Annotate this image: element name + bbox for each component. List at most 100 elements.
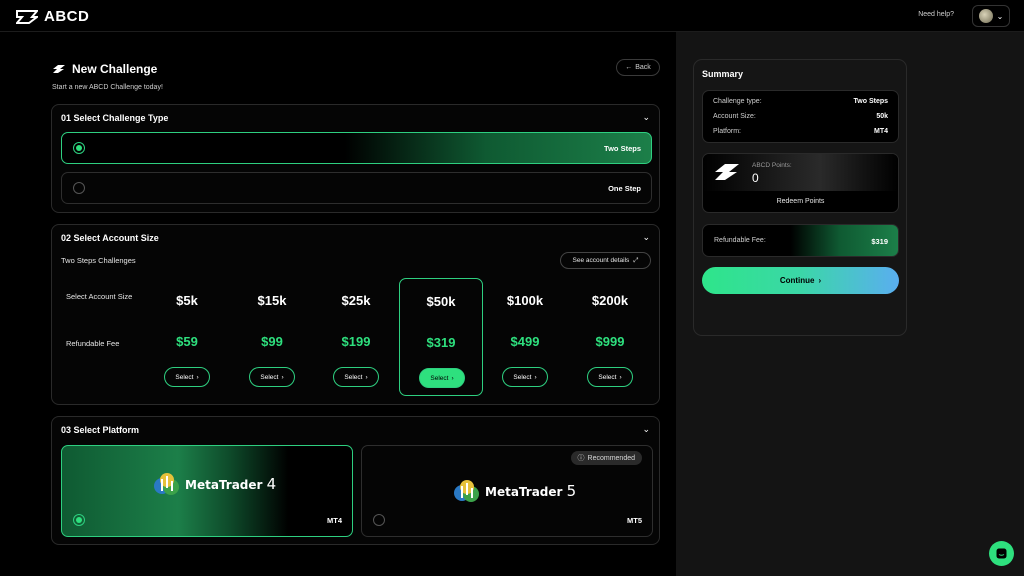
select-button[interactable]: Select › <box>333 367 379 387</box>
summary-title: Summary <box>702 69 744 79</box>
continue-label: Continue <box>779 276 815 285</box>
chevron-down-icon[interactable]: ⌄ <box>642 112 650 123</box>
expand-icon: ⤢ <box>633 256 639 264</box>
platform-name: MetaTrader <box>485 485 563 499</box>
summary-row: Platform: MT4 <box>713 128 888 135</box>
select-button[interactable]: Select › <box>587 367 633 387</box>
platform-option-mt5[interactable]: ⓘ Recommended MetaTrader 5 MT5 <box>361 445 653 537</box>
continue-button[interactable]: Continue › <box>702 267 899 294</box>
row-label-size: Select Account Size <box>66 292 133 301</box>
back-label: Back <box>635 64 651 71</box>
points-card: ABCD Points: 0 Redeem Points <box>702 153 899 213</box>
section-heading: 03 Select Platform <box>61 425 140 435</box>
brand-logo[interactable]: ABCD <box>16 8 89 25</box>
summary-key: Platform: <box>713 128 742 135</box>
chevron-right-icon: › <box>281 373 284 381</box>
summary-value: MT4 <box>874 128 888 135</box>
select-label: Select <box>513 373 532 381</box>
chevron-down-icon[interactable]: ⌄ <box>642 232 650 243</box>
size-option-15k[interactable]: $15k $99 Select › <box>230 278 314 396</box>
user-menu-button[interactable]: ⌄ <box>972 5 1010 27</box>
size-option-5k[interactable]: $5k $59 Select › <box>145 278 229 396</box>
section-heading: 01 Select Challenge Type <box>61 113 169 123</box>
size-value: $100k <box>506 293 544 308</box>
chevron-right-icon: › <box>451 374 454 382</box>
select-label: Select <box>344 373 363 381</box>
radio-selected-icon <box>73 142 85 154</box>
size-option-200k[interactable]: $200k $999 Select › <box>568 278 652 396</box>
challenge-type-section: 01 Select Challenge Type ⌄ Two Steps One… <box>51 104 660 213</box>
page-subtitle: Start a new ABCD Challenge today! <box>52 84 163 91</box>
select-button[interactable]: Select › <box>419 368 465 388</box>
chevron-down-icon: ⌄ <box>996 11 1004 21</box>
summary-panel: Summary Challenge type: Two Steps Accoun… <box>693 59 907 336</box>
see-account-details-button[interactable]: See account details ⤢ <box>560 252 651 269</box>
select-button[interactable]: Select › <box>502 367 548 387</box>
help-link[interactable]: Need help? <box>918 11 954 18</box>
points-banner: ABCD Points: 0 <box>703 154 898 191</box>
select-label: Select <box>598 373 617 381</box>
summary-key: Challenge type: <box>713 98 762 105</box>
fee-label: Refundable Fee: <box>714 237 766 244</box>
summary-value: 50k <box>876 113 888 120</box>
metatrader-4-logo: MetaTrader 4 <box>153 471 276 497</box>
recommended-badge: ⓘ Recommended <box>570 451 642 465</box>
select-button[interactable]: Select › <box>164 367 210 387</box>
size-fee: $499 <box>510 334 540 349</box>
platform-version: 4 <box>266 475 277 493</box>
metatrader-icon <box>154 473 179 495</box>
size-option-25k[interactable]: $25k $199 Select › <box>314 278 398 396</box>
points-logo-icon <box>715 164 739 180</box>
redeem-points-button[interactable]: Redeem Points <box>703 198 898 205</box>
chevron-right-icon: › <box>196 373 199 381</box>
size-value: $15k <box>257 293 287 308</box>
chevron-right-icon: › <box>818 276 822 285</box>
size-value: $25k <box>341 293 371 308</box>
size-fee: $319 <box>426 335 456 350</box>
platform-code: MT4 <box>327 516 342 525</box>
metatrader-5-logo: MetaTrader 5 <box>453 478 576 504</box>
platform-version: 5 <box>566 482 577 500</box>
radio-unselected-icon <box>73 182 85 194</box>
size-option-50k[interactable]: $50k $319 Select › <box>399 278 483 396</box>
challenge-icon <box>53 65 65 73</box>
size-fee: $199 <box>341 334 371 349</box>
chevron-right-icon: › <box>534 373 537 381</box>
challenge-option-one-step[interactable]: One Step <box>61 172 652 204</box>
platform-name: MetaTrader <box>185 478 263 492</box>
size-value: $200k <box>591 293 629 308</box>
select-label: Select <box>430 374 449 382</box>
brand-mark-icon <box>16 9 38 24</box>
chevron-down-icon[interactable]: ⌄ <box>642 424 650 435</box>
recommended-label: Recommended <box>587 454 635 462</box>
size-option-100k[interactable]: $100k $499 Select › <box>483 278 567 396</box>
challenge-subheading: Two Steps Challenges <box>61 256 136 265</box>
chat-support-button[interactable] <box>989 541 1014 566</box>
section-heading: 02 Select Account Size <box>61 233 159 243</box>
select-button[interactable]: Select › <box>249 367 295 387</box>
chat-icon <box>996 548 1007 559</box>
radio-selected-icon <box>73 514 85 526</box>
size-fee: $999 <box>595 334 625 349</box>
metatrader-icon <box>454 480 479 502</box>
account-size-section: 02 Select Account Size ⌄ Two Steps Chall… <box>51 224 660 405</box>
refundable-fee-box: Refundable Fee: $319 <box>702 224 899 257</box>
select-label: Select <box>175 373 194 381</box>
summary-details: Challenge type: Two Steps Account Size: … <box>702 90 899 143</box>
challenge-option-two-steps[interactable]: Two Steps <box>61 132 652 164</box>
summary-row: Account Size: 50k <box>713 113 888 120</box>
size-value: $50k <box>426 294 456 309</box>
size-fee: $99 <box>261 334 283 349</box>
size-value: $5k <box>176 293 198 308</box>
summary-key: Account Size: <box>713 113 756 120</box>
points-value: 0 <box>752 171 759 185</box>
option-label: One Step <box>608 184 641 193</box>
back-button[interactable]: ← Back <box>616 59 660 76</box>
details-label: See account details <box>572 257 630 264</box>
platform-option-mt4[interactable]: MetaTrader 4 MT4 <box>61 445 353 537</box>
chevron-right-icon: › <box>365 373 368 381</box>
platform-section: 03 Select Platform ⌄ MetaTrader 4 MT4 ⓘ … <box>51 416 660 545</box>
platform-code: MT5 <box>627 516 642 525</box>
row-label-fee: Refundable Fee <box>66 339 120 348</box>
summary-row: Challenge type: Two Steps <box>713 98 888 105</box>
